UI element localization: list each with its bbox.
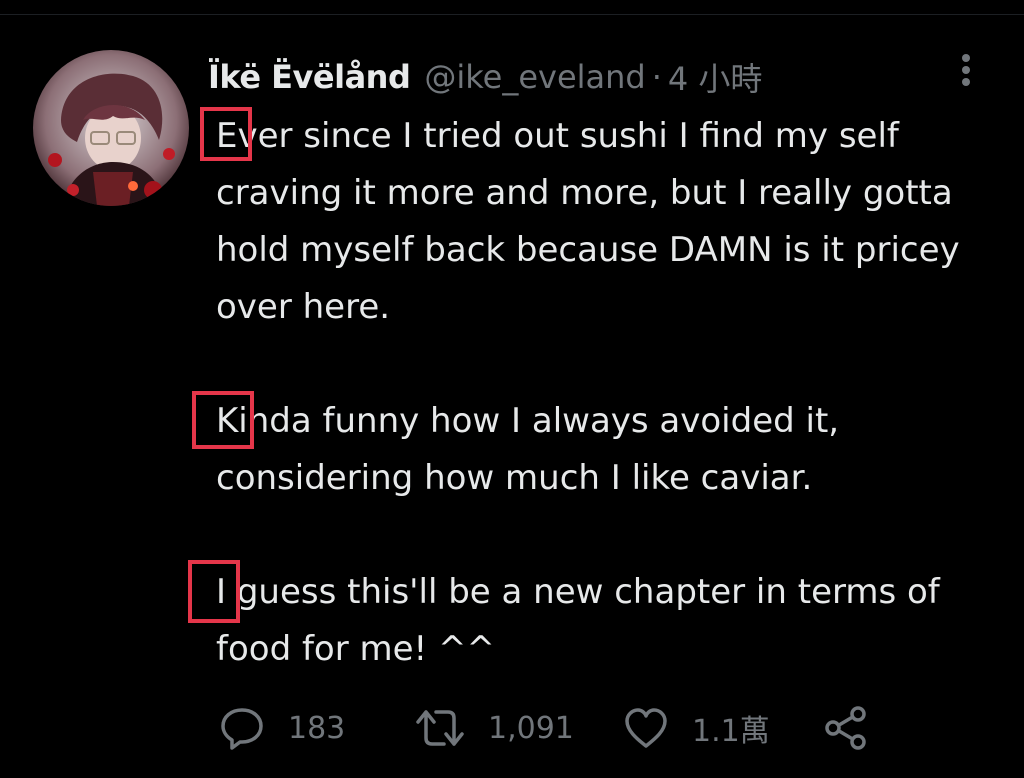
share-nodes-icon [825,706,866,750]
separator-dot: · [651,58,662,96]
reply-button[interactable]: 183 [218,700,345,756]
more-options-button[interactable] [948,52,984,88]
avatar-image [33,50,189,206]
retweet-count: 1,091 [488,710,574,746]
tweet-actions: 183 1,091 1.1萬 [218,700,998,756]
display-name[interactable]: Ïkë Ëvëlånd [208,58,411,96]
like-count: 1.1萬 [692,714,770,749]
speech-bubble-icon [221,708,263,750]
highlight-box [200,107,252,161]
tweet-paragraph: Ever since I tried out sushi I find my s… [216,116,960,327]
avatar[interactable] [33,50,189,206]
tweet-paragraph: Kinda funny how I always avoided it, con… [216,401,840,498]
highlight-box [192,391,254,449]
share-button[interactable] [822,700,870,756]
user-handle[interactable]: @ike_eveland [424,58,645,96]
vertical-dots-icon [962,54,970,86]
tweet-text: Ever since I tried out sushi I find my s… [216,108,1006,678]
top-divider [0,14,1024,15]
reply-count: 183 [288,710,346,746]
tweet-header: Ïkë Ëvëlånd @ike_eveland · 4 小時 [208,52,762,102]
timestamp[interactable]: 4 小時 [668,54,763,100]
tweet-paragraph: I guess this'll be a new chapter in term… [216,572,940,669]
retweet-arrows-icon [416,710,464,746]
highlight-box [188,560,240,623]
retweet-button[interactable]: 1,091 [414,700,574,756]
heart-icon [625,708,667,748]
like-button[interactable]: 1.1萬 [622,700,770,756]
